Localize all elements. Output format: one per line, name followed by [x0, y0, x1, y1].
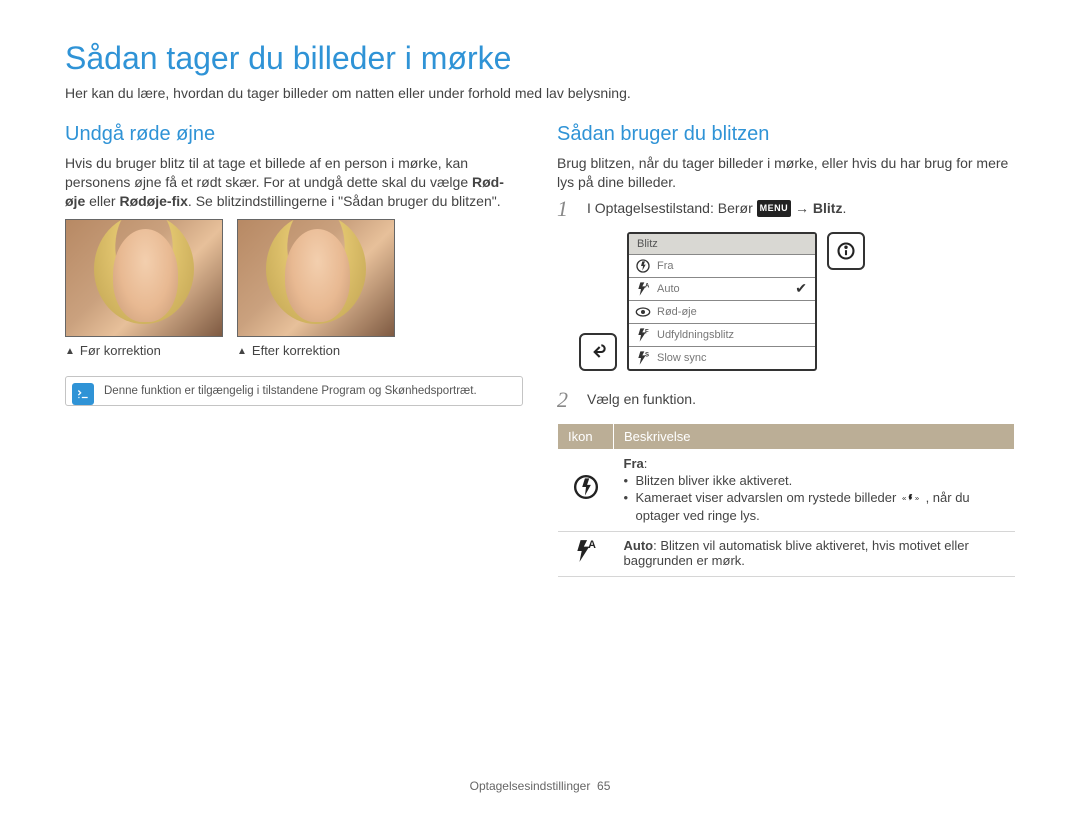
svg-text:S: S: [645, 352, 649, 358]
shake-warning-icon: «»: [902, 491, 920, 508]
page-title: Sådan tager du billeder i mørke: [65, 40, 1015, 77]
svg-text:»: »: [915, 493, 919, 502]
menu-item-slow[interactable]: S Slow sync: [629, 346, 815, 369]
menu-title: Blitz: [629, 234, 815, 254]
svg-text:F: F: [645, 329, 649, 335]
table-row: A Auto: Blitzen vil automatisk blive akt…: [558, 531, 1015, 576]
column-right: Sådan bruger du blitzen Brug blitzen, nå…: [557, 123, 1015, 577]
options-table: Ikon Beskrivelse Fra: Blitzen bliver ikk…: [557, 423, 1015, 577]
flash-fill-icon: F: [635, 327, 651, 343]
row-desc-fra: Fra: Blitzen bliver ikke aktiveret. Kame…: [614, 449, 1015, 531]
column-left: Undgå røde øjne Hvis du bruger blitz til…: [65, 123, 523, 577]
back-button[interactable]: [579, 333, 617, 371]
caption-row: Før korrektion Efter korrektion: [65, 343, 523, 358]
photo-before: [65, 219, 223, 337]
row-icon-auto: A: [558, 531, 614, 576]
menu-item-auto[interactable]: A Auto ✔: [629, 277, 815, 300]
red-eye-icon: [635, 304, 651, 320]
right-heading: Sådan bruger du blitzen: [557, 123, 1015, 146]
camera-menu-illustration: Blitz Fra A Auto ✔: [579, 232, 1015, 371]
menu-item-redeye[interactable]: Rød-øje: [629, 300, 815, 323]
col-icon: Ikon: [558, 423, 614, 449]
page-footer: Optagelsesindstillinger 65: [0, 779, 1080, 793]
flash-menu-panel: Blitz Fra A Auto ✔: [627, 232, 817, 371]
row-desc-auto: Auto: Blitzen vil automatisk blive aktiv…: [614, 531, 1015, 576]
caption-after: Efter korrektion: [237, 343, 395, 358]
svg-text:A: A: [645, 283, 650, 289]
caption-before: Før korrektion: [65, 343, 223, 358]
step-1-text: I Optagelsestilstand: Berør MENU → Blitz…: [587, 198, 846, 219]
step-number: 1: [557, 198, 575, 220]
step-1: 1 I Optagelsestilstand: Berør MENU → Bli…: [557, 198, 1015, 220]
note-box: Denne funktion er tilgængelig i tilstand…: [65, 376, 523, 406]
table-row: Fra: Blitzen bliver ikke aktiveret. Kame…: [558, 449, 1015, 531]
note-icon: [72, 383, 94, 405]
right-paragraph: Brug blitzen, når du tager billeder i mø…: [557, 154, 1015, 192]
menu-item-fra[interactable]: Fra: [629, 254, 815, 277]
two-column-layout: Undgå røde øjne Hvis du bruger blitz til…: [65, 123, 1015, 577]
flash-slow-icon: S: [635, 350, 651, 366]
menu-chip-icon: MENU: [757, 200, 792, 218]
flash-auto-icon: A: [635, 281, 651, 297]
step-number: 2: [557, 389, 575, 411]
check-icon: ✔: [795, 280, 807, 297]
page-intro: Her kan du lære, hvordan du tager billed…: [65, 85, 1015, 101]
row-icon-fra: [558, 449, 614, 531]
info-button[interactable]: [827, 232, 865, 270]
step-2-text: Vælg en funktion.: [587, 389, 696, 410]
camera-side-right: [827, 232, 865, 371]
flash-off-icon: [635, 258, 651, 274]
camera-side-left: [579, 232, 617, 371]
left-heading: Undgå røde øjne: [65, 123, 523, 146]
left-paragraph: Hvis du bruger blitz til at tage et bill…: [65, 154, 523, 211]
step-2: 2 Vælg en funktion.: [557, 389, 1015, 411]
col-desc: Beskrivelse: [614, 423, 1015, 449]
menu-item-fill[interactable]: F Udfyldningsblitz: [629, 323, 815, 346]
svg-text:A: A: [588, 539, 596, 551]
photo-after: [237, 219, 395, 337]
svg-text:«: «: [902, 493, 906, 502]
before-after-images: [65, 219, 523, 337]
